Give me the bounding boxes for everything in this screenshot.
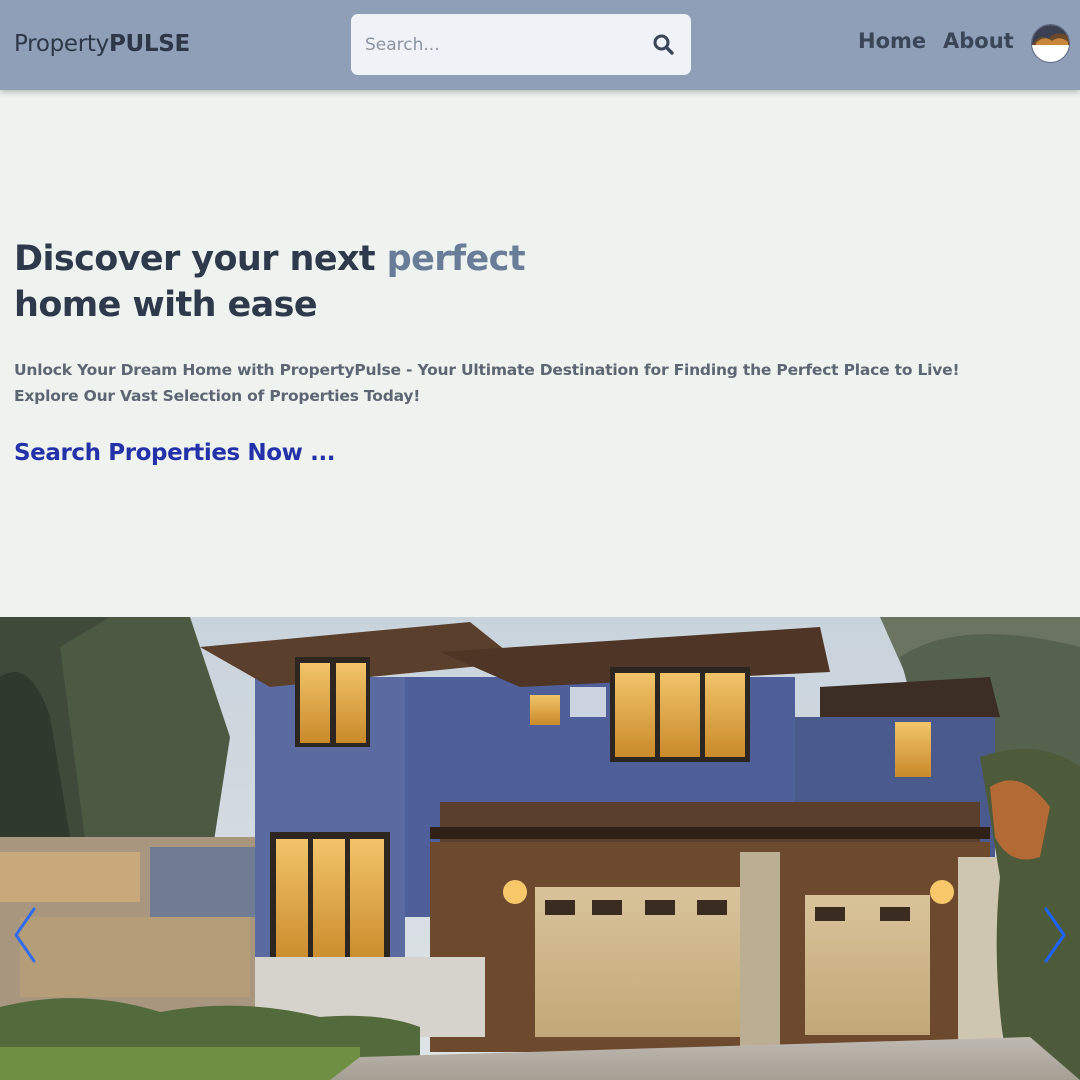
chevron-right-icon[interactable]	[1040, 905, 1070, 965]
logo-text-regular: Property	[14, 31, 109, 57]
user-avatar[interactable]	[1031, 24, 1070, 63]
chevron-left-icon[interactable]	[10, 905, 40, 965]
nav-about-link[interactable]: About	[943, 29, 1014, 53]
hero-subtitle-line1: Unlock Your Dream Home with PropertyPuls…	[14, 361, 960, 379]
search-bar	[351, 14, 691, 75]
property-carousel	[0, 617, 1080, 1080]
hero-title-part1: Discover your next	[14, 239, 387, 279]
hero-subtitle-line2: Explore Our Vast Selection of Properties…	[14, 387, 421, 405]
hero-title: Discover your next perfect home with eas…	[14, 236, 526, 328]
house-image	[0, 617, 1080, 1080]
search-properties-link[interactable]: Search Properties Now ...	[14, 440, 336, 466]
logo-text-bold: PULSE	[108, 31, 190, 57]
hero-subtitle: Unlock Your Dream Home with PropertyPuls…	[14, 357, 960, 409]
navbar: PropertyPULSE Home About	[0, 0, 1080, 90]
search-input[interactable]	[351, 14, 641, 75]
hero-title-line2: home with ease	[14, 285, 318, 325]
search-icon[interactable]	[651, 32, 677, 58]
site-logo[interactable]: PropertyPULSE	[14, 31, 190, 57]
nav-home-link[interactable]: Home	[858, 29, 926, 53]
hero-title-accent: perfect	[386, 239, 526, 279]
